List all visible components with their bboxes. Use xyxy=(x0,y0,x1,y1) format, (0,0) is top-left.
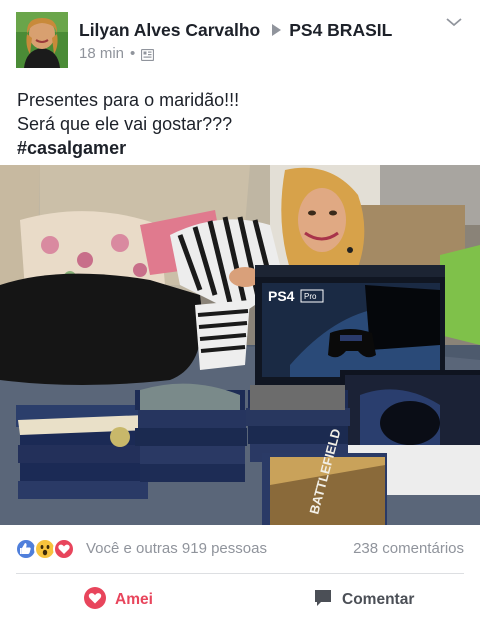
svg-text:PS4: PS4 xyxy=(268,288,295,304)
love-reaction-label: Amei xyxy=(115,591,153,608)
love-icon xyxy=(84,586,106,614)
chevron-down-icon[interactable] xyxy=(443,14,465,30)
post-time[interactable]: 18 min xyxy=(79,45,124,62)
post-text-line-2: Será que ele vai gostar??? xyxy=(17,114,233,134)
comment-label: Comentar xyxy=(342,591,415,608)
post-meta: 18 min • xyxy=(79,45,155,62)
author-avatar[interactable] xyxy=(16,12,68,68)
feed-post: Lilyan Alves Carvalho PS4 BRASIL 18 min … xyxy=(0,0,480,626)
post-header: Lilyan Alves Carvalho PS4 BRASIL 18 min … xyxy=(0,0,480,78)
arrow-right-icon xyxy=(272,24,282,36)
post-actions: Amei Comentar xyxy=(0,576,480,626)
comment-icon xyxy=(313,588,333,613)
post-text-line-1: Presentes para o maridão!!! xyxy=(17,90,240,110)
group-audience-icon xyxy=(141,48,155,61)
meta-separator: • xyxy=(130,45,136,62)
author-line: Lilyan Alves Carvalho PS4 BRASIL xyxy=(79,18,392,42)
hashtag-link[interactable]: #casalgamer xyxy=(17,136,467,160)
group-name[interactable]: PS4 BRASIL xyxy=(289,20,392,41)
love-reaction-button[interactable]: Amei xyxy=(84,576,153,624)
comments-count[interactable]: 238 comentários xyxy=(353,540,464,557)
author-name[interactable]: Lilyan Alves Carvalho xyxy=(79,20,260,41)
reactions-bar: Você e outras 919 pessoas 238 comentário… xyxy=(0,527,480,571)
post-photo[interactable]: PS4 Pro BATTLEFIELD xyxy=(0,165,480,525)
love-icon xyxy=(53,538,75,560)
reaction-icons[interactable] xyxy=(15,538,81,560)
post-text: Presentes para o maridão!!! Será que ele… xyxy=(17,88,467,160)
reactions-summary[interactable]: Você e outras 919 pessoas xyxy=(86,540,267,557)
svg-text:Pro: Pro xyxy=(304,292,317,301)
divider xyxy=(16,573,464,574)
comment-button[interactable]: Comentar xyxy=(313,576,414,624)
